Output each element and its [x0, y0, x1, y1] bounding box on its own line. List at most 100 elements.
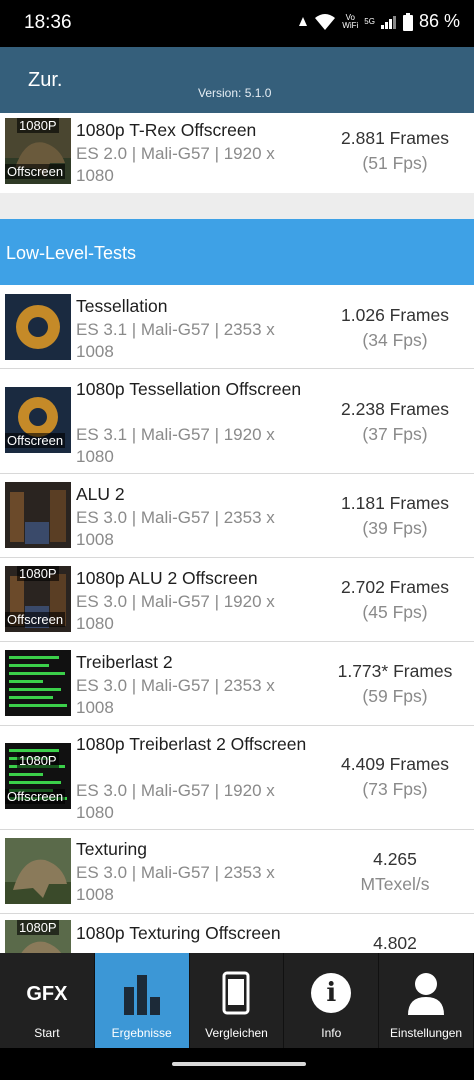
test-details: ES 2.0 | Mali-G57 | 1920 x 1080: [76, 144, 275, 185]
test-details: ES 3.0 | Mali-G57 | 2353 x 1008: [76, 508, 275, 549]
offscreen-tag: Offscreen: [5, 164, 66, 179]
test-thumbnail: Offscreen: [5, 387, 71, 453]
test-name: ALU 2: [76, 484, 125, 504]
info-icon-glyph: i: [311, 973, 352, 1013]
offscreen-tag: Offscreen: [5, 789, 66, 804]
test-result: 4.409 Frames (73 Fps): [320, 752, 470, 802]
result-value: 2.238 Frames: [341, 399, 449, 419]
nav-label: Ergebnisse: [111, 1026, 172, 1040]
result-value: 4.265: [373, 849, 417, 869]
result-fps: (51 Fps): [362, 153, 428, 173]
result-row[interactable]: 1080P Offscreen 1080p Treiberlast 2 Offs…: [0, 726, 474, 829]
status-bar: 18:36 Vo WiFi 5G 86 %: [0, 0, 474, 47]
test-result: 1.773* Frames (59 Fps): [320, 659, 470, 709]
result-row[interactable]: 1080P Offscreen 1080p ALU 2 Offscreen ES…: [0, 558, 474, 641]
home-indicator[interactable]: [172, 1062, 306, 1066]
nav-info[interactable]: i Info: [284, 953, 380, 1048]
test-name: 1080p Treiberlast 2 Offscreen: [76, 734, 307, 754]
status-icons: Vo WiFi 5G 86 %: [298, 11, 460, 32]
result-row[interactable]: Texturing ES 3.0 | Mali-G57 | 2353 x 100…: [0, 830, 474, 913]
result-value: 4.409 Frames: [341, 754, 449, 774]
test-details: ES 3.0 | Mali-G57 | 2353 x 1008: [76, 863, 275, 904]
test-thumbnail: 1080P Offscreen: [5, 566, 71, 632]
gfx-logo-text: GFX: [26, 983, 68, 1005]
resolution-tag: 1080P: [17, 753, 59, 768]
result-fps: (39 Fps): [362, 518, 428, 538]
test-name: Treiberlast 2: [76, 652, 173, 672]
result-value: 2.702 Frames: [341, 577, 449, 597]
test-name: 1080p Tessellation Offscreen: [76, 379, 302, 399]
result-fps: (34 Fps): [362, 330, 428, 350]
result-value: 1.026 Frames: [341, 305, 449, 325]
result-row[interactable]: 1080P 1080p Texturing Offscreen 4.802: [0, 914, 474, 953]
result-value: 2.881 Frames: [341, 128, 449, 148]
version-label: Version: 5.1.0: [198, 86, 272, 100]
phone-icon: [190, 971, 284, 1015]
result-fps: MTexel/s: [360, 874, 430, 894]
test-result: 1.026 Frames (34 Fps): [320, 303, 470, 353]
test-details: ES 3.0 | Mali-G57 | 2353 x 1008: [76, 676, 275, 717]
nav-label: Info: [321, 1026, 342, 1040]
volte-bottom: WiFi: [342, 20, 359, 30]
battery-icon: [402, 12, 413, 31]
volte-indicator: Vo WiFi: [342, 13, 359, 30]
test-thumbnail: [5, 482, 71, 548]
test-name: Tessellation: [76, 296, 168, 316]
offscreen-tag: Offscreen: [5, 433, 66, 448]
result-row[interactable]: Tessellation ES 3.1 | Mali-G57 | 2353 x …: [0, 285, 474, 368]
section-spacer: [0, 193, 474, 219]
test-details: ES 3.0 | Mali-G57 | 1920 x 1080: [76, 592, 275, 633]
result-row[interactable]: Offscreen 1080p Tessellation Offscreen E…: [0, 369, 474, 473]
bar-chart-icon: [95, 973, 189, 1015]
info-icon: i: [284, 973, 378, 1013]
test-thumbnail: 1080P Offscreen: [5, 118, 71, 184]
test-details: ES 3.0 | Mali-G57 | 1920 x 1080: [76, 781, 275, 822]
system-nav-bar: [0, 1048, 474, 1080]
nav-label: Einstellungen: [390, 1026, 463, 1040]
texturing-image-icon: [5, 838, 71, 904]
test-thumbnail: [5, 294, 71, 360]
nav-ergebnisse[interactable]: Ergebnisse: [94, 953, 190, 1048]
test-result: 2.881 Frames (51 Fps): [320, 126, 470, 176]
result-value: 4.802: [373, 933, 417, 953]
section-title: Low-Level-Tests: [6, 243, 137, 263]
test-thumbnail: [5, 838, 71, 904]
nav-label: Vergleichen: [205, 1026, 268, 1040]
driver-overhead-image-icon: [5, 650, 71, 716]
test-result: 2.702 Frames (45 Fps): [320, 575, 470, 625]
test-thumbnail: [5, 650, 71, 716]
offscreen-tag: Offscreen: [5, 612, 66, 627]
result-row-trex[interactable]: 1080P Offscreen 1080p T-Rex Offscreen ES…: [0, 113, 474, 193]
wifi-icon: [315, 13, 336, 30]
nav-label: Start: [34, 1026, 60, 1040]
test-thumbnail: 1080P Offscreen: [5, 743, 71, 809]
test-details: ES 3.1 | Mali-G57 | 1920 x 1080: [76, 425, 275, 466]
result-row[interactable]: ALU 2 ES 3.0 | Mali-G57 | 2353 x 1008 1.…: [0, 474, 474, 557]
test-thumbnail: 1080P: [5, 920, 71, 953]
tessellation-image-icon: [5, 294, 71, 360]
test-name: 1080p Texturing Offscreen: [76, 923, 281, 943]
result-fps: (45 Fps): [362, 602, 428, 622]
nav-start[interactable]: GFX Start: [0, 953, 95, 1048]
nav-einstellungen[interactable]: Einstellungen: [379, 953, 474, 1048]
alarm-icon: [299, 16, 308, 26]
test-name: 1080p ALU 2 Offscreen: [76, 568, 258, 588]
nav-vergleichen[interactable]: Vergleichen: [190, 953, 285, 1048]
test-details: ES 3.1 | Mali-G57 | 2353 x 1008: [76, 320, 275, 361]
result-value: 1.773* Frames: [337, 661, 453, 681]
result-fps: (73 Fps): [362, 779, 428, 799]
test-result: 1.181 Frames (39 Fps): [320, 491, 470, 541]
test-name: Texturing: [76, 839, 148, 859]
back-button[interactable]: Zur.: [28, 69, 62, 92]
results-list[interactable]: 1080P Offscreen 1080p T-Rex Offscreen ES…: [0, 113, 474, 953]
alu-image-icon: [5, 482, 71, 548]
status-time: 18:36: [24, 12, 72, 33]
result-row[interactable]: Treiberlast 2 ES 3.0 | Mali-G57 | 2353 x…: [0, 642, 474, 725]
result-fps: (37 Fps): [362, 424, 428, 444]
test-result: 4.802: [320, 931, 470, 953]
user-icon: [379, 971, 473, 1015]
resolution-tag: 1080P: [17, 566, 59, 581]
result-fps: (59 Fps): [362, 686, 428, 706]
result-value: 1.181 Frames: [341, 493, 449, 513]
gfx-logo-icon: GFX: [0, 983, 94, 1006]
